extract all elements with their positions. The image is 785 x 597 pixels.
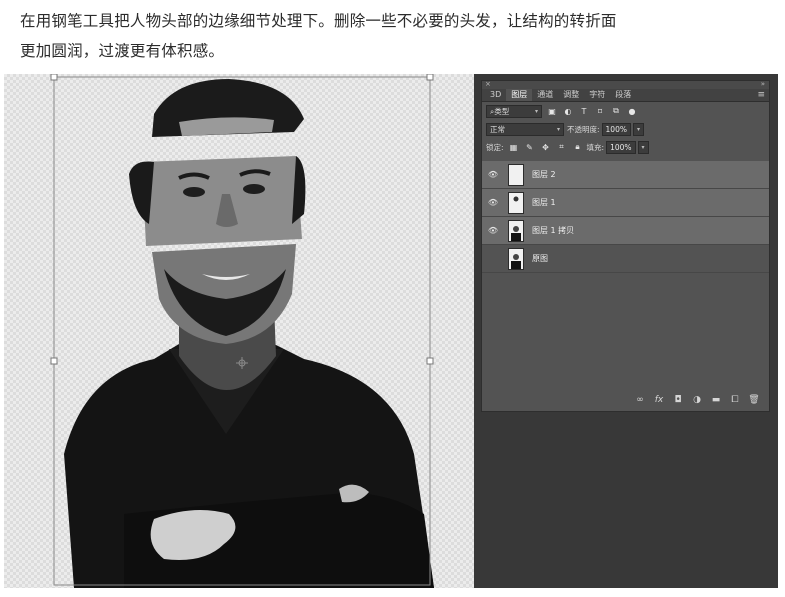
tab-3d[interactable]: 3D <box>485 89 506 101</box>
layer-thumbnail <box>508 163 524 186</box>
layer-row-original[interactable]: 👁︎ 原图 <box>482 245 769 273</box>
close-panel-icon[interactable]: × <box>485 80 491 88</box>
thumb-portrait-icon <box>511 225 521 241</box>
opacity-label: 不透明度: <box>567 124 600 134</box>
fill-chevron-icon[interactable]: ▾ <box>637 140 649 154</box>
layer-thumbnail <box>508 247 524 270</box>
transform-handle-mr <box>426 357 434 365</box>
transform-handle-tl <box>50 74 58 81</box>
visibility-eye-icon[interactable]: 👁︎ <box>482 170 504 179</box>
delete-layer-icon[interactable]: 🗑︎ <box>747 395 761 405</box>
collapse-panel-icon[interactable]: » <box>761 80 765 88</box>
filter-type-label: 类型 <box>494 106 510 116</box>
lock-all-icon[interactable]: 🔒︎ <box>572 142 584 153</box>
layer-name: 图层 1 拷贝 <box>532 226 575 235</box>
layer-name: 原图 <box>532 254 548 263</box>
new-layer-icon[interactable]: ⧠ <box>728 395 742 405</box>
lock-artboard-icon[interactable]: ⌗ <box>556 142 568 153</box>
transform-handle-ml <box>50 357 58 365</box>
portrait-illustration <box>50 74 434 588</box>
layer-thumbnail <box>508 219 524 242</box>
new-group-icon[interactable]: ▬ <box>709 395 723 405</box>
opacity-input[interactable]: 100% <box>601 122 631 136</box>
layer-name: 图层 1 <box>532 198 556 207</box>
lock-paint-icon[interactable]: ✎ <box>524 142 536 153</box>
tab-adjustments[interactable]: 调整 <box>558 89 584 101</box>
image-filter-icon[interactable]: ▣ <box>546 106 558 117</box>
chevron-down-icon: ▾ <box>556 125 560 133</box>
link-layers-icon[interactable]: ∞ <box>633 395 647 405</box>
layer-thumbnail <box>508 191 524 214</box>
fill-input[interactable]: 100% <box>606 140 636 154</box>
opacity-chevron-icon[interactable]: ▾ <box>632 122 644 136</box>
thumb-portrait-icon <box>511 253 521 269</box>
article-caption: 在用钢笔工具把人物头部的边缘细节处理下。删除一些不必要的头发，让结构的转折面 更… <box>20 6 760 66</box>
visibility-eye-icon[interactable]: 👁︎ <box>482 198 504 207</box>
lock-label: 锁定: <box>486 142 504 152</box>
adjustment-filter-icon[interactable]: ◐ <box>562 106 574 117</box>
layers-list: 👁︎ 图层 2 👁︎ 图层 1 👁︎ 图层 1 拷贝 👁︎ <box>482 161 769 273</box>
adjustment-layer-icon[interactable]: ◑ <box>690 395 704 405</box>
shape-filter-icon[interactable]: ⌑ <box>594 106 606 117</box>
tab-channels[interactable]: 通道 <box>532 89 558 101</box>
panel-titlebar: × » <box>482 80 769 89</box>
smart-object-filter-icon[interactable]: ⧉ <box>610 106 622 117</box>
lock-transparent-icon[interactable]: ▦ <box>508 142 520 153</box>
type-filter-icon[interactable]: T <box>578 106 590 117</box>
filter-toggle-icon[interactable]: ● <box>626 106 638 117</box>
panel-menu-icon[interactable]: ≡ <box>757 90 765 100</box>
tab-character[interactable]: 字符 <box>584 89 610 101</box>
layer-row-1-copy[interactable]: 👁︎ 图层 1 拷贝 <box>482 217 769 245</box>
panel-tabs: 3D 图层 通道 调整 字符 段落 ≡ <box>482 89 769 102</box>
layer-row-1[interactable]: 👁︎ 图层 1 <box>482 189 769 217</box>
blend-mode-value: 正常 <box>490 124 505 134</box>
layer-filter-dropdown[interactable]: ⌕ 类型 ▾ <box>486 104 542 118</box>
caption-line-1: 在用钢笔工具把人物头部的边缘细节处理下。删除一些不必要的头发，让结构的转折面 <box>20 12 617 30</box>
document-canvas[interactable] <box>4 74 474 588</box>
transform-handle-tr <box>426 74 434 81</box>
blend-row: 正常 ▾ 不透明度: 100% ▾ <box>482 120 769 138</box>
layers-panel: × » 3D 图层 通道 调整 字符 段落 ≡ ⌕ 类型 ▾ ▣ ◐ T ⌑ ⧉… <box>481 80 770 412</box>
visibility-eye-icon[interactable]: 👁︎ <box>482 226 504 235</box>
left-eye <box>183 187 205 197</box>
photoshop-workspace: × » 3D 图层 通道 调整 字符 段落 ≡ ⌕ 类型 ▾ ▣ ◐ T ⌑ ⧉… <box>474 74 778 588</box>
forehead-strip <box>179 117 274 136</box>
tab-paragraph[interactable]: 段落 <box>610 89 636 101</box>
layer-row-2[interactable]: 👁︎ 图层 2 <box>482 161 769 189</box>
layers-footer-toolbar: ∞ fx ◘ ◑ ▬ ⧠ 🗑︎ <box>482 389 769 411</box>
add-mask-icon[interactable]: ◘ <box>671 395 685 405</box>
lock-position-icon[interactable]: ✥ <box>540 142 552 153</box>
filter-row: ⌕ 类型 ▾ ▣ ◐ T ⌑ ⧉ ● <box>482 102 769 120</box>
chevron-down-icon: ▾ <box>534 107 538 115</box>
blend-mode-dropdown[interactable]: 正常 ▾ <box>486 122 564 136</box>
layer-style-icon[interactable]: fx <box>652 395 666 405</box>
visibility-eye-icon[interactable]: 👁︎ <box>482 254 504 263</box>
thumb-head-icon <box>513 196 519 201</box>
right-eye <box>243 184 265 194</box>
fill-label: 填充: <box>586 142 605 152</box>
tab-layers[interactable]: 图层 <box>506 89 533 101</box>
caption-line-2: 更加圆润，过渡更有体积感。 <box>20 42 225 60</box>
lock-row: 锁定: ▦ ✎ ✥ ⌗ 🔒︎ 填充: 100% ▾ <box>482 138 769 156</box>
layer-name: 图层 2 <box>532 170 556 179</box>
